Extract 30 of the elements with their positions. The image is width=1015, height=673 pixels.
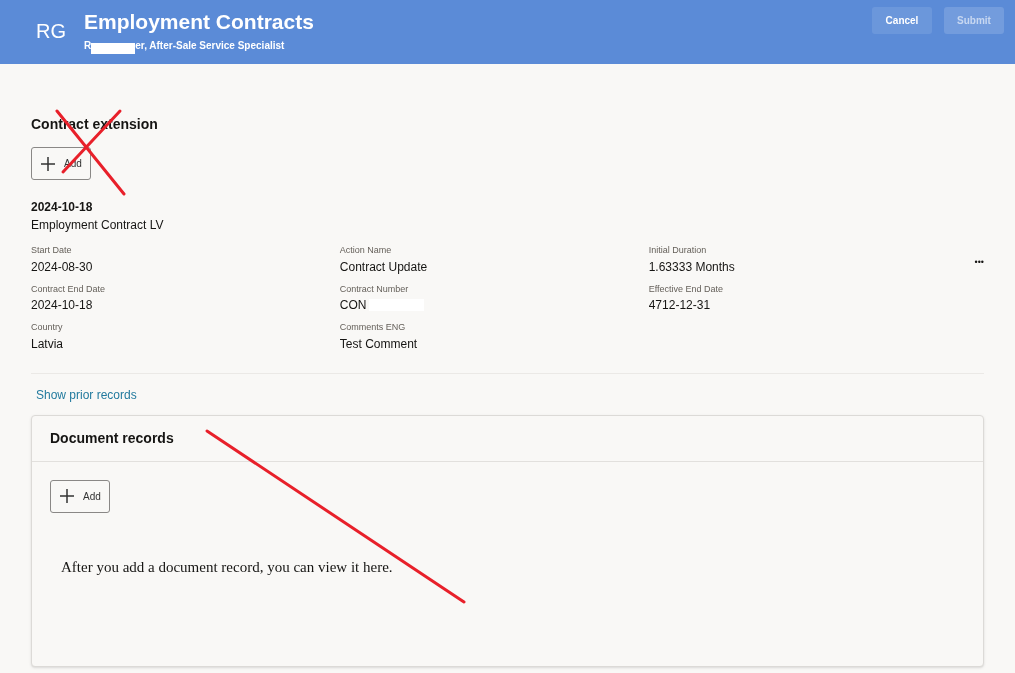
show-prior-records-link[interactable]: Show prior records (36, 385, 137, 404)
redaction-block (91, 43, 136, 54)
field-label: Effective End Date (648, 282, 724, 296)
add-button[interactable]: Add (50, 479, 110, 513)
field-label: Start Date (31, 244, 72, 257)
field-value: Contract Update (339, 258, 428, 276)
empty-message: After you add a document record, you can view it here. (61, 557, 394, 577)
field-value: Latvia (31, 335, 64, 353)
field-label: Country (31, 321, 63, 334)
subtitle-text: R (84, 39, 92, 53)
more-actions-button[interactable]: ••• (974, 256, 984, 270)
plus-icon (59, 488, 75, 504)
section-title: Document records (50, 428, 174, 448)
plus-icon (40, 155, 56, 172)
field-value: Test Comment (339, 335, 418, 353)
record-date: 2024-10-18 (31, 199, 94, 216)
field-value: 4712-12-31 (648, 297, 711, 314)
field-label: Initial Duration (648, 244, 707, 257)
page-title: Employment Contracts (84, 10, 314, 34)
avatar-initials: RG (36, 19, 67, 44)
record-name: Employment Contract LV (31, 217, 165, 234)
field-value: 2024-08-30 (31, 258, 93, 276)
field-value: CON (339, 297, 367, 314)
field-value: 1.63333 Months (648, 258, 735, 276)
field-label: Comments ENG (339, 321, 406, 334)
field-label: Contract End Date (31, 282, 106, 296)
field-value: 2024-10-18 (31, 297, 93, 314)
subtitle-text: er, After-Sale Service Specialist (135, 39, 285, 53)
field-label: Action Name (339, 244, 392, 257)
field-label: Contract Number (339, 282, 409, 296)
